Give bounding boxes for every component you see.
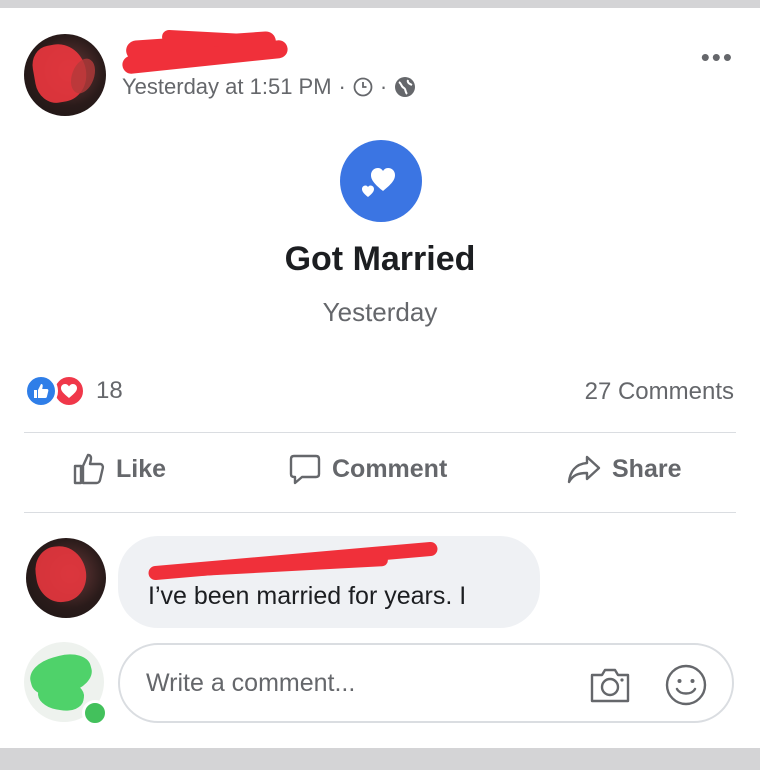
globe-icon[interactable]	[394, 76, 416, 98]
life-event-icon	[340, 140, 422, 222]
hearts-icon	[362, 168, 395, 197]
top-edge	[0, 0, 760, 8]
share-label: Share	[612, 454, 682, 483]
comment-label: Comment	[332, 454, 448, 483]
like-reaction-icon	[24, 374, 58, 408]
comment-text: I’ve been married for years. I	[148, 582, 467, 610]
comment-button[interactable]: Comment	[288, 452, 447, 486]
divider	[24, 432, 736, 433]
like-button[interactable]: Like	[72, 452, 166, 486]
more-options-icon[interactable]: •••	[701, 44, 734, 70]
life-event-date: Yesterday	[322, 297, 438, 327]
emoji-icon[interactable]	[664, 663, 708, 707]
poster-avatar[interactable]	[24, 34, 106, 116]
commenter-name-redacted[interactable]	[147, 541, 440, 581]
reaction-count[interactable]: 18	[96, 377, 123, 405]
share-button[interactable]: Share	[566, 452, 681, 486]
camera-icon[interactable]	[588, 665, 632, 705]
post-timestamp[interactable]: Yesterday at 1:51 PM	[122, 74, 332, 100]
divider	[24, 512, 736, 513]
clock-icon	[353, 77, 373, 97]
comment-placeholder: Write a comment...	[146, 669, 356, 697]
online-status-dot	[82, 700, 108, 726]
post-meta: Yesterday at 1:51 PM · ·	[122, 74, 416, 100]
reactions-summary[interactable]: 18	[24, 374, 123, 408]
bottom-edge	[0, 748, 760, 770]
separator-dot: ·	[379, 74, 388, 99]
comment-input[interactable]: Write a comment...	[118, 643, 734, 723]
commenter-avatar[interactable]	[26, 538, 106, 618]
separator-dot: ·	[338, 74, 346, 99]
comments-count[interactable]: 27 Comments	[585, 378, 734, 406]
life-event-title: Got Married	[284, 240, 476, 278]
share-arrow-icon	[567, 455, 601, 484]
comment-bubble[interactable]: I’ve been married for years. I	[118, 536, 540, 628]
like-label: Like	[116, 454, 167, 483]
poster-name-redacted[interactable]	[121, 29, 290, 75]
thumbs-up-icon	[73, 453, 105, 485]
speech-bubble-icon	[289, 454, 321, 485]
